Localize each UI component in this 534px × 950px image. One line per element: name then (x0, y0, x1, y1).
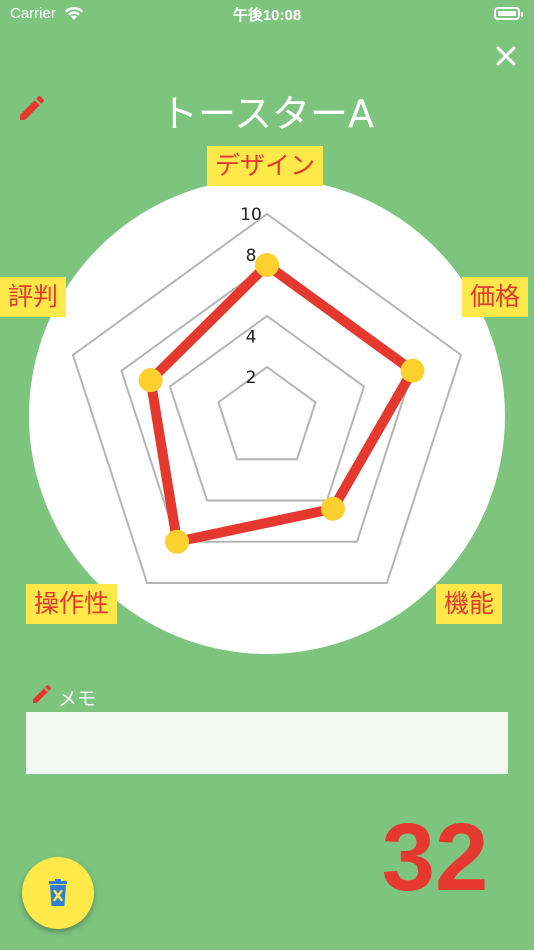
radar-grid-ring-1 (217, 365, 317, 461)
radar-point-4[interactable] (165, 529, 190, 554)
memo-pencil-icon (33, 684, 52, 703)
radar-point-5[interactable] (138, 368, 163, 393)
total-score: 32 (381, 804, 489, 911)
delete-icon (49, 879, 67, 906)
radar-tick-label: 2 (246, 368, 257, 388)
radar-point-3[interactable] (320, 496, 345, 521)
axis-label-4: 操作性 (26, 584, 118, 624)
axis-label-3: 機能 (436, 584, 503, 624)
axis-label-5: 評判 (0, 277, 67, 317)
radar-point-1[interactable] (255, 253, 279, 277)
axis-label-2: 価格 (462, 277, 529, 317)
delete-button[interactable] (22, 857, 94, 929)
radar-tick-label: 8 (246, 246, 257, 266)
radar-tick-label: 4 (246, 327, 257, 347)
axis-label-1: デザイン (207, 146, 324, 186)
radar-tick-label: 10 (240, 205, 262, 225)
memo-label: メモ (58, 688, 97, 710)
radar-point-2[interactable] (400, 358, 425, 383)
radar-grid-ring-2 (168, 314, 366, 502)
memo-input[interactable] (26, 712, 508, 774)
